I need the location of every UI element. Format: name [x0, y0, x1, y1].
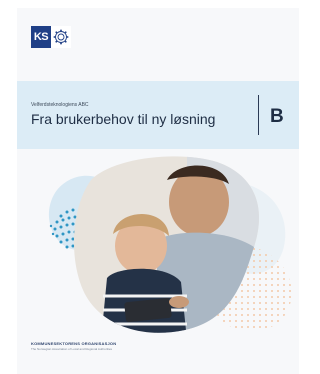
- ks-logo-mark: KS: [31, 26, 51, 48]
- band-divider: [258, 95, 259, 135]
- ks-seal-icon: [51, 26, 71, 48]
- page-title: Fra brukerbehov til ny løsning: [31, 111, 216, 127]
- series-label: Velferdsteknologiens ABC: [31, 102, 89, 108]
- section-letter: B: [270, 106, 284, 127]
- organization-name: KOMMUNESEKTORENS ORGANISASJON: [31, 341, 117, 346]
- ks-logo: KS: [31, 26, 71, 48]
- organization-subtitle: The Norwegian Association of Local and R…: [31, 347, 113, 351]
- cover-illustration: [48, 156, 292, 333]
